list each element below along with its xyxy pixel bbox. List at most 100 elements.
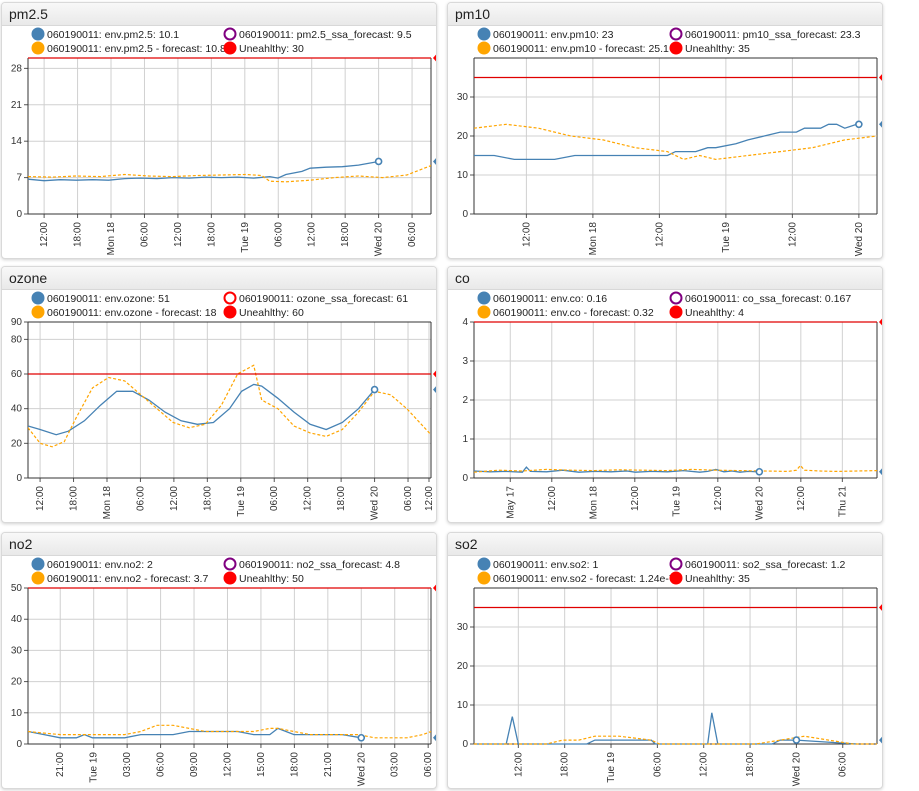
y-tick-label: 3 bbox=[462, 356, 468, 367]
x-tick-label: 18:00 bbox=[202, 486, 213, 511]
legend-label: 060190011: env.pm10: 23 bbox=[493, 29, 614, 41]
x-tick-label: Wed 20 bbox=[370, 486, 381, 521]
y-tick-label: 90 bbox=[11, 317, 23, 328]
y-tick-label: 28 bbox=[11, 63, 23, 74]
y-tick-label: 7 bbox=[16, 173, 22, 184]
x-tick-label: 03:00 bbox=[390, 752, 401, 777]
legend-marker bbox=[223, 571, 237, 585]
x-tick-label: Mon 18 bbox=[588, 486, 599, 520]
legend-label: 060190011: env.so2: 1 bbox=[493, 559, 598, 571]
y-tick-label: 0 bbox=[16, 739, 22, 750]
x-tick-label: 06:00 bbox=[273, 222, 284, 247]
y-tick-label: 40 bbox=[11, 614, 23, 625]
chart-ozone: 060190011: env.ozone: 51 060190011: ozone… bbox=[11, 291, 436, 521]
y-tick-label: 20 bbox=[11, 677, 23, 688]
x-tick-label: 18:00 bbox=[73, 222, 84, 247]
series-line-env bbox=[28, 727, 362, 739]
x-tick-label: 12:00 bbox=[796, 486, 807, 511]
widget-title: pm10 bbox=[448, 3, 882, 26]
x-tick-label: 21:00 bbox=[323, 752, 334, 777]
last-value-point bbox=[755, 467, 764, 476]
legend-label: 060190011: env.pm2.5 - forecast: 10.8 bbox=[47, 43, 226, 55]
last-value-point bbox=[370, 385, 379, 394]
widget-ozone: ozone 060190011: env.ozone: 51 060190011:… bbox=[1, 266, 437, 523]
x-tick-label: 06:00 bbox=[403, 486, 414, 511]
y-tick-label: 10 bbox=[457, 700, 469, 711]
series-line-forecast bbox=[28, 364, 431, 448]
legend-marker bbox=[477, 41, 491, 55]
x-tick-label: 12:00 bbox=[787, 222, 798, 247]
legend-marker bbox=[223, 41, 237, 55]
y-tick-label: 40 bbox=[11, 404, 23, 415]
current-value-flag bbox=[433, 158, 436, 165]
x-tick-label: 06:00 bbox=[139, 222, 150, 247]
legend-label: 060190011: pm10_ssa_forecast: 23.3 bbox=[685, 29, 861, 41]
threshold-flag bbox=[433, 370, 436, 378]
legend-marker bbox=[31, 571, 45, 585]
y-tick-label: 20 bbox=[457, 131, 469, 142]
x-tick-label: 12:00 bbox=[307, 222, 318, 247]
x-tick-label: 06:00 bbox=[269, 486, 280, 511]
last-value-point bbox=[357, 733, 366, 742]
chart-co: 060190011: env.co: 0.16 060190011: co_ssa… bbox=[462, 291, 882, 520]
current-value-flag bbox=[879, 736, 882, 744]
y-tick-label: 30 bbox=[457, 622, 469, 633]
x-tick-label: 12:00 bbox=[630, 486, 641, 511]
x-tick-label: 12:00 bbox=[513, 752, 524, 777]
x-tick-label: Tue 19 bbox=[240, 222, 251, 253]
y-tick-label: 0 bbox=[462, 209, 468, 220]
threshold-flag bbox=[433, 54, 436, 62]
legend-marker bbox=[669, 291, 683, 305]
x-tick-label: Tue 19 bbox=[236, 486, 247, 517]
y-tick-label: 10 bbox=[457, 170, 469, 181]
current-value-flag bbox=[879, 120, 882, 128]
x-tick-label: 12:00 bbox=[35, 486, 46, 511]
y-tick-label: 1 bbox=[462, 434, 468, 445]
x-tick-label: 18:00 bbox=[336, 486, 347, 511]
widget-title: ozone bbox=[2, 267, 436, 290]
legend-marker bbox=[477, 27, 491, 41]
legend-marker bbox=[669, 571, 683, 585]
y-tick-label: 80 bbox=[11, 334, 23, 345]
y-tick-label: 2 bbox=[462, 395, 468, 406]
legend-label: 060190011: pm2.5_ssa_forecast: 9.5 bbox=[239, 29, 412, 41]
last-value-point bbox=[792, 736, 801, 744]
legend-marker bbox=[477, 305, 491, 319]
legend-marker bbox=[31, 41, 45, 55]
series-line-forecast bbox=[474, 735, 877, 745]
y-tick-label: 30 bbox=[11, 645, 23, 656]
legend-label: 060190011: env.ozone - forecast: 18 bbox=[47, 307, 217, 319]
widget-title: co bbox=[448, 267, 882, 290]
x-tick-label: 12:00 bbox=[654, 222, 665, 247]
legend-marker bbox=[223, 557, 237, 571]
plot-area bbox=[474, 712, 877, 745]
legend-marker bbox=[223, 305, 237, 319]
y-tick-label: 30 bbox=[457, 92, 469, 103]
legend-label: 060190011: env.pm10 - forecast: 25.1 bbox=[493, 43, 669, 55]
x-tick-label: 12:00 bbox=[713, 486, 724, 511]
x-tick-label: Mon 18 bbox=[106, 222, 117, 256]
series-line-forecast bbox=[474, 123, 877, 161]
x-tick-label: 12:00 bbox=[521, 222, 532, 247]
legend-marker bbox=[31, 557, 45, 571]
x-tick-label: 18:00 bbox=[560, 752, 571, 777]
chart-so2: 060190011: env.so2: 1 060190011: so2_ssa_… bbox=[457, 557, 882, 786]
series-line-env bbox=[474, 123, 858, 161]
widget-pm25: pm2.5 060190011: env.pm2.5: 10.1 06019001… bbox=[1, 2, 437, 259]
legend-marker bbox=[669, 27, 683, 41]
legend-marker bbox=[31, 291, 45, 305]
y-tick-label: 20 bbox=[11, 438, 23, 449]
x-tick-label: 12:00 bbox=[547, 486, 558, 511]
legend-marker bbox=[669, 557, 683, 571]
chart-pm10: 060190011: env.pm10: 23 060190011: pm10_s… bbox=[457, 27, 882, 256]
x-tick-label: 18:00 bbox=[745, 752, 756, 777]
x-tick-label: 06:00 bbox=[407, 222, 418, 247]
plot-area bbox=[28, 724, 431, 739]
x-tick-label: Tue 19 bbox=[606, 752, 617, 783]
y-tick-label: 14 bbox=[11, 136, 23, 147]
legend-label: Uneahlthy: 35 bbox=[685, 573, 750, 585]
x-tick-label: 18:00 bbox=[289, 752, 300, 777]
x-tick-label: 18:00 bbox=[206, 222, 217, 247]
threshold-flag bbox=[879, 74, 882, 81]
y-tick-label: 4 bbox=[462, 317, 468, 328]
